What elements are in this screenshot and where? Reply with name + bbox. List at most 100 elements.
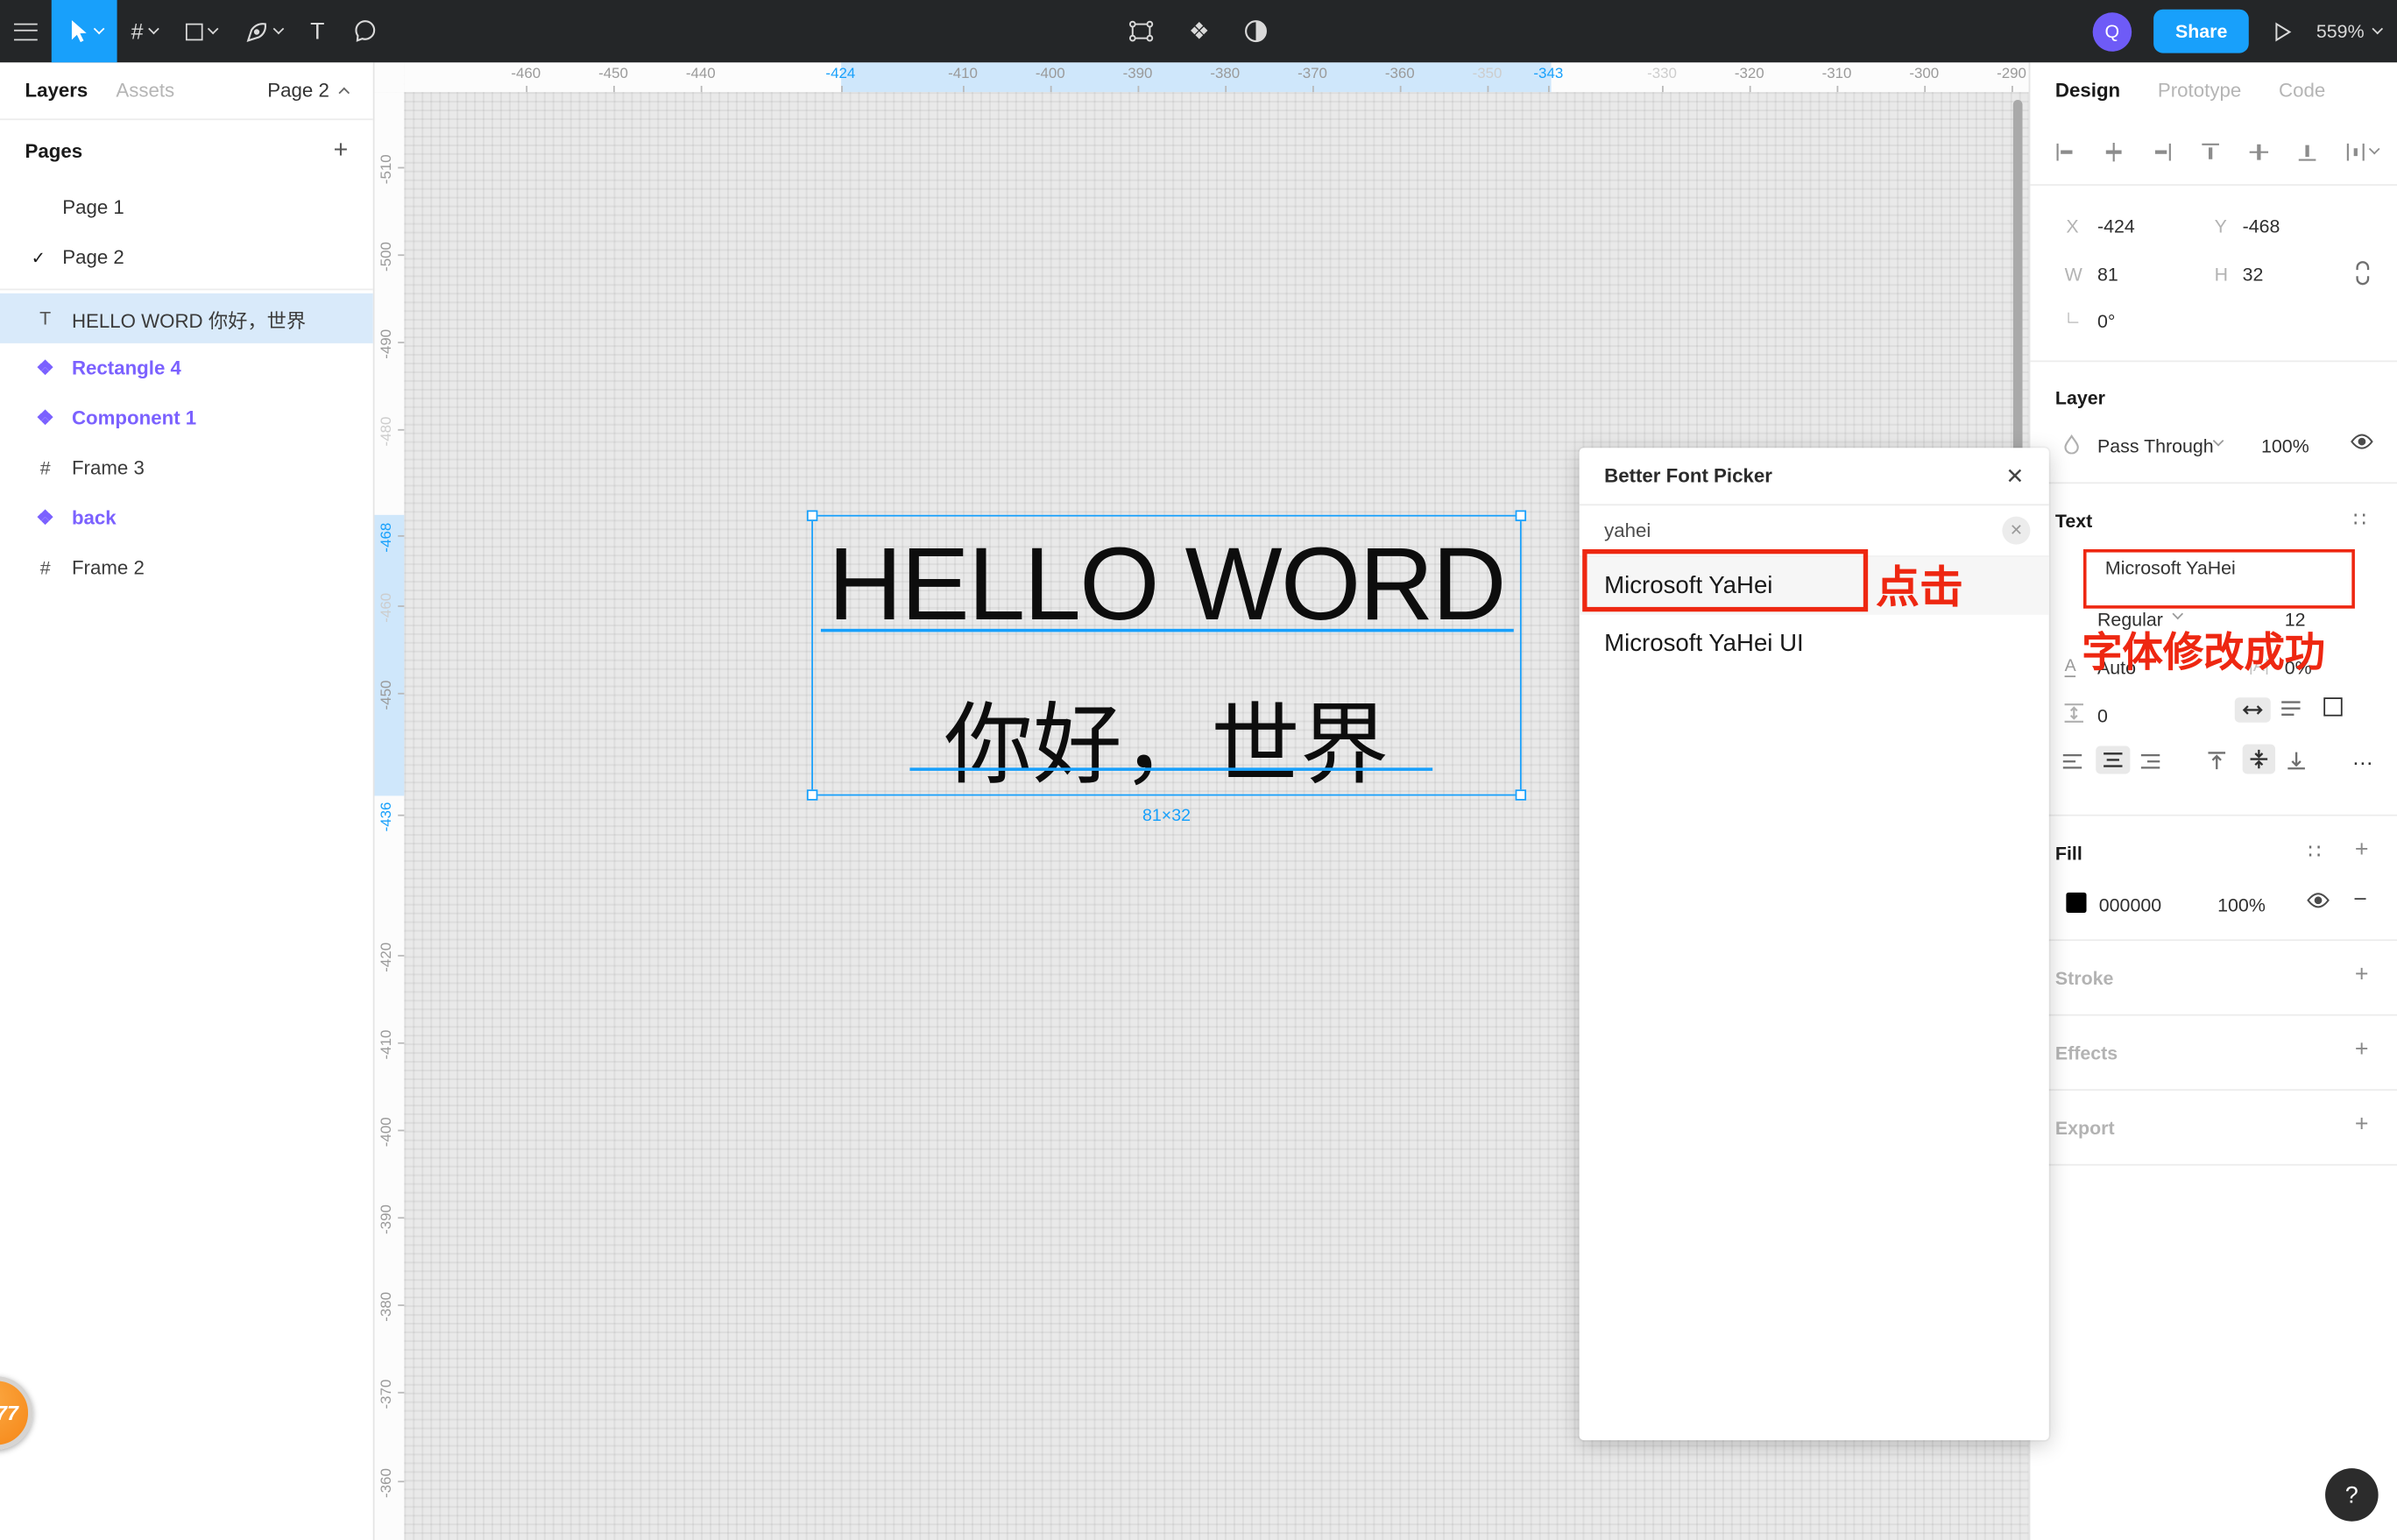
auto-height-button[interactable] bbox=[2280, 699, 2302, 717]
text-more-options-button[interactable]: … bbox=[2351, 745, 2375, 770]
h-field-value[interactable]: 32 bbox=[2243, 264, 2264, 286]
add-stroke-button[interactable]: + bbox=[2355, 961, 2369, 987]
pen-tool-icon bbox=[246, 22, 266, 42]
align-right-button[interactable] bbox=[2152, 141, 2172, 161]
rotation-icon: ∟ bbox=[2064, 308, 2082, 328]
frame-tool-button[interactable]: # bbox=[117, 0, 172, 62]
tab-design[interactable]: Design bbox=[2055, 80, 2120, 102]
component-layer-icon: ❖ bbox=[36, 505, 55, 529]
fill-opacity-value[interactable]: 100% bbox=[2217, 894, 2266, 916]
paragraph-spacing-value[interactable]: 0 bbox=[2097, 705, 2108, 727]
chevron-up-icon bbox=[338, 87, 350, 99]
component-layer-icon: ❖ bbox=[36, 356, 55, 379]
layer-row[interactable]: # Frame 3 bbox=[0, 443, 373, 493]
page-row[interactable]: Page 1 bbox=[0, 182, 373, 232]
layer-opacity-value[interactable]: 100% bbox=[2261, 435, 2309, 457]
vertical-align-top-button[interactable] bbox=[2207, 751, 2227, 771]
present-play-icon[interactable] bbox=[2271, 19, 2294, 43]
chevron-down-icon bbox=[147, 23, 159, 35]
fill-styles-icon[interactable]: ∷ bbox=[2308, 839, 2321, 865]
align-h-center-button[interactable] bbox=[2104, 141, 2124, 161]
comment-tool-button[interactable] bbox=[338, 0, 392, 62]
layer-name: Frame 3 bbox=[71, 456, 145, 479]
align-top-button[interactable] bbox=[2201, 141, 2221, 161]
text-align-center-button[interactable] bbox=[2096, 745, 2131, 774]
selection-handle-bottom-left[interactable] bbox=[806, 789, 818, 801]
selection-handle-bottom-right[interactable] bbox=[1515, 789, 1527, 801]
vertical-align-bottom-button[interactable] bbox=[2287, 751, 2307, 771]
edit-object-button[interactable] bbox=[1128, 18, 1154, 44]
main-menu-button[interactable] bbox=[0, 0, 52, 62]
align-bottom-button[interactable] bbox=[2297, 141, 2317, 161]
add-effect-button[interactable]: + bbox=[2355, 1036, 2369, 1063]
layers-list: T HELLO WORD 你好，世界 ❖ Rectangle 4 ❖ Component … bbox=[0, 290, 373, 593]
mask-button[interactable] bbox=[1244, 18, 1269, 44]
text-styles-icon[interactable]: ∷ bbox=[2353, 507, 2366, 533]
add-fill-button[interactable]: + bbox=[2355, 837, 2369, 863]
ruler-tick-label: -390 bbox=[378, 1204, 396, 1235]
eye-icon[interactable] bbox=[2351, 432, 2374, 450]
selection-handle-top-left[interactable] bbox=[806, 510, 818, 521]
text-layer-icon: T bbox=[39, 307, 52, 329]
create-component-button[interactable]: ❖ bbox=[1189, 19, 1210, 43]
frame-layer-icon: # bbox=[39, 556, 51, 579]
move-tool-button[interactable] bbox=[51, 0, 117, 63]
zoom-level-dropdown[interactable]: 559% bbox=[2316, 20, 2384, 43]
tab-layers[interactable]: Layers bbox=[25, 80, 88, 102]
add-page-button[interactable]: + bbox=[334, 138, 349, 166]
ruler-tick-label: -330 bbox=[1647, 65, 1677, 83]
selection-handle-top-right[interactable] bbox=[1515, 510, 1527, 521]
tab-code[interactable]: Code bbox=[2279, 80, 2325, 102]
eye-icon[interactable] bbox=[2307, 891, 2330, 909]
rectangle-tool-icon bbox=[185, 22, 203, 40]
font-option[interactable]: Microsoft YaHei UI bbox=[1580, 615, 2049, 673]
w-field-value[interactable]: 81 bbox=[2097, 264, 2118, 286]
font-option[interactable]: Microsoft YaHei bbox=[1579, 556, 2049, 615]
help-button[interactable]: ? bbox=[2325, 1468, 2379, 1522]
font-family-field[interactable]: Microsoft YaHei bbox=[2105, 557, 2236, 579]
avatar[interactable]: Q bbox=[2092, 11, 2132, 51]
chevron-down-icon bbox=[207, 23, 219, 35]
auto-width-button[interactable] bbox=[2234, 697, 2271, 723]
fixed-size-button[interactable] bbox=[2323, 697, 2343, 721]
rotation-value[interactable]: 0° bbox=[2097, 310, 2115, 332]
text-align-right-button[interactable] bbox=[2139, 752, 2161, 771]
shape-tool-button[interactable] bbox=[172, 0, 231, 62]
distribute-button[interactable] bbox=[2345, 141, 2380, 161]
page-row[interactable]: ✓ Page 2 bbox=[0, 232, 373, 282]
stroke-section-title: Stroke bbox=[2054, 967, 2114, 990]
vertical-align-middle-button[interactable] bbox=[2242, 744, 2276, 774]
pen-tool-button[interactable] bbox=[230, 0, 296, 62]
zoom-level-value: 559% bbox=[2316, 20, 2365, 43]
layer-row[interactable]: T HELLO WORD 你好，世界 bbox=[0, 293, 373, 343]
clear-search-button[interactable]: ✕ bbox=[2002, 516, 2031, 545]
align-left-button[interactable] bbox=[2055, 141, 2075, 161]
add-export-button[interactable]: + bbox=[2355, 1111, 2369, 1137]
remove-fill-button[interactable]: − bbox=[2353, 887, 2367, 913]
ruler-tick-label: -468 bbox=[378, 521, 396, 552]
ruler-tick-label: -310 bbox=[1821, 65, 1852, 83]
close-icon[interactable]: ✕ bbox=[2005, 463, 2024, 489]
constrain-proportions-icon[interactable] bbox=[2355, 260, 2371, 286]
layer-row[interactable]: ❖ Component 1 bbox=[0, 393, 373, 443]
divider bbox=[2030, 939, 2397, 942]
layer-row[interactable]: ❖ Rectangle 4 bbox=[0, 343, 373, 393]
selection-bounding-box[interactable] bbox=[806, 510, 1527, 801]
y-field-value[interactable]: -468 bbox=[2243, 215, 2280, 237]
text-tool-button[interactable]: T bbox=[296, 0, 338, 62]
layer-row[interactable]: ❖ back bbox=[0, 493, 373, 543]
tab-prototype[interactable]: Prototype bbox=[2158, 80, 2241, 102]
text-align-left-button[interactable] bbox=[2061, 752, 2083, 771]
layer-row[interactable]: # Frame 2 bbox=[0, 543, 373, 593]
font-search-input[interactable] bbox=[1604, 519, 2003, 542]
text-tool-icon: T bbox=[310, 18, 325, 45]
page-selector[interactable]: Page 2 bbox=[267, 80, 350, 102]
share-button[interactable]: Share bbox=[2153, 9, 2250, 53]
fill-color-swatch[interactable] bbox=[2066, 892, 2087, 914]
fill-hex-value[interactable]: 000000 bbox=[2099, 894, 2161, 916]
x-field-value[interactable]: -424 bbox=[2097, 215, 2135, 237]
font-picker-title: Better Font Picker bbox=[1604, 464, 1772, 487]
blend-mode-value[interactable]: Pass Through bbox=[2097, 435, 2214, 457]
align-v-center-button[interactable] bbox=[2249, 141, 2269, 161]
tab-assets[interactable]: Assets bbox=[116, 80, 174, 102]
